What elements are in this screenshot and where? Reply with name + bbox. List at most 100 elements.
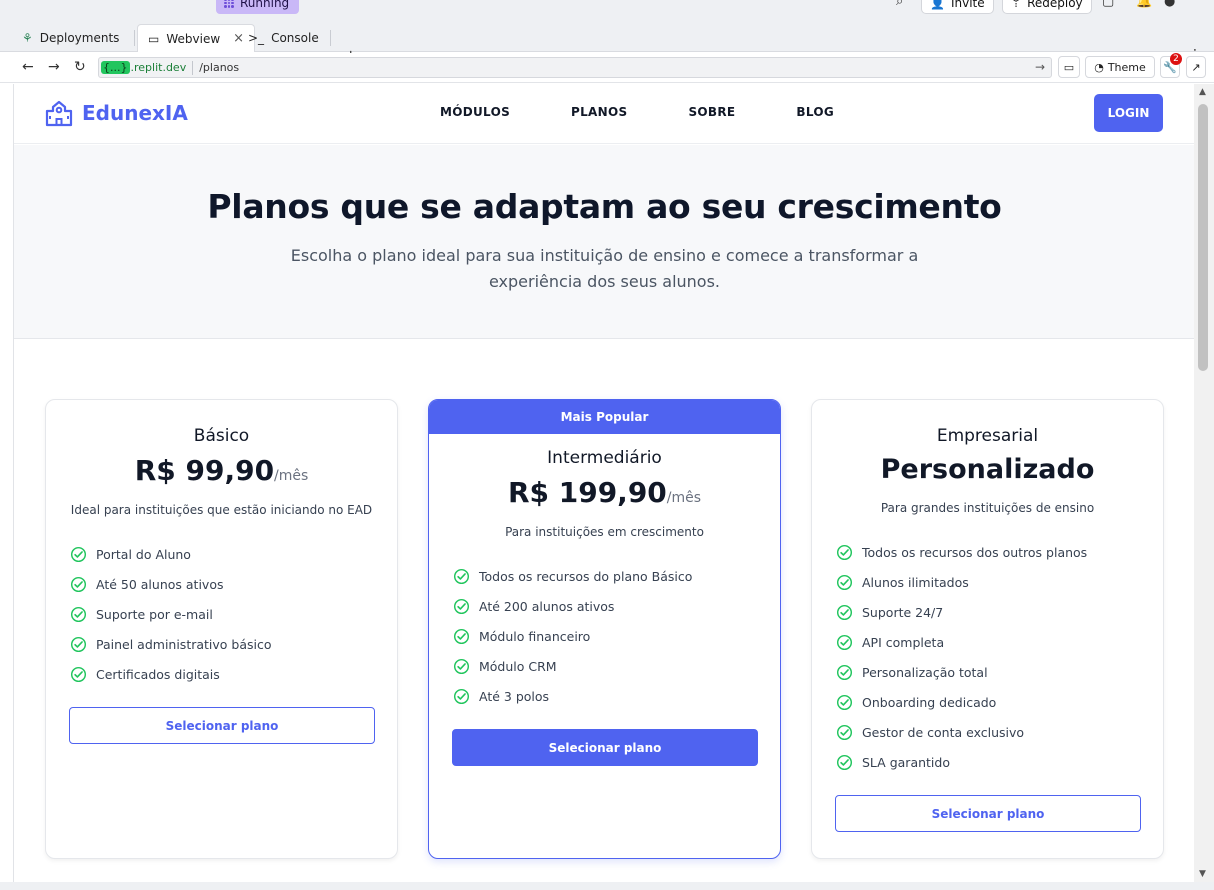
ide-top-bar: Running ⌕ 👤 Invite ⇡ Redeploy ▢ 🔔 ● (0, 0, 1214, 20)
tab-label: Deployments (39, 31, 120, 45)
run-status[interactable]: Running (216, 0, 300, 14)
search-icon[interactable]: ⌕ (896, 0, 903, 9)
url-redacted-pill: {...} (101, 61, 130, 74)
deployments-icon: ⚘ (22, 31, 33, 45)
select-plan-button[interactable]: Selecionar plano (452, 729, 758, 766)
theme-button[interactable]: ◔ Theme (1085, 56, 1155, 78)
user-plus-icon: 👤 (930, 0, 945, 10)
feature-item: Até 200 alunos ativos (453, 591, 780, 621)
tab-deployments[interactable]: ⚘ Deployments (12, 24, 129, 52)
url-divider (192, 60, 194, 75)
scroll-up-icon[interactable]: ▲ (1199, 87, 1206, 97)
run-status-label: Running (240, 0, 290, 10)
price-amount: R$ 99,90 (134, 454, 275, 487)
scroll-down-icon[interactable]: ▼ (1199, 869, 1206, 879)
feature-item: Módulo financeiro (453, 621, 780, 651)
page-scrollbar[interactable]: ▲ ▼ (1194, 84, 1214, 882)
feature-text: Personalização total (862, 664, 988, 680)
deploy-menu-icon[interactable]: ▢ (1102, 0, 1114, 9)
nav-modulos[interactable]: MÓDULOS (440, 105, 510, 119)
price-period: /mês (666, 490, 702, 506)
feature-text: Módulo financeiro (479, 628, 591, 644)
popular-badge: Mais Popular (429, 400, 780, 434)
check-circle-icon (453, 628, 470, 644)
url-path: /planos (199, 61, 240, 74)
plan-card-empresarial: Empresarial Personalizado Para grandes i… (811, 399, 1164, 859)
tab-label: Webview (166, 31, 221, 46)
feature-text: API completa (862, 634, 945, 650)
school-icon (45, 100, 73, 127)
devtools-button[interactable]: ▭ (1058, 56, 1080, 78)
feature-item: Alunos ilimitados (836, 567, 1163, 597)
feature-text: Certificados digitais (96, 666, 220, 682)
redeploy-icon: ⇡ (1011, 0, 1022, 10)
check-circle-icon (836, 724, 853, 740)
select-plan-button[interactable]: Selecionar plano (69, 707, 375, 744)
feature-text: Onboarding dedicado (862, 694, 997, 710)
plan-card-intermediario: Mais Popular Intermediário R$ 199,90/mês… (428, 399, 781, 859)
back-icon[interactable]: ← (22, 59, 34, 75)
nav-sobre[interactable]: SOBRE (688, 105, 735, 119)
check-circle-icon (836, 754, 853, 770)
feature-text: Alunos ilimitados (862, 574, 969, 590)
feature-item: Até 3 polos (453, 681, 780, 711)
reload-icon[interactable]: ↻ (74, 59, 86, 75)
invite-button[interactable]: 👤 Invite (921, 0, 994, 14)
plan-price: Personalizado (812, 454, 1163, 485)
check-circle-icon (453, 658, 470, 674)
forward-icon[interactable]: → (48, 59, 60, 75)
bell-icon[interactable]: 🔔 (1136, 0, 1152, 9)
page-subtitle: Escolha o plano ideal para sua instituiç… (290, 246, 919, 291)
price-period: /mês (274, 468, 309, 484)
plan-name: Empresarial (936, 426, 1039, 446)
webview-viewport: EdunexIA MÓDULOS PLANOS SOBRE BLOG LOGIN… (13, 84, 1194, 882)
check-circle-icon (453, 598, 470, 614)
check-circle-icon (70, 576, 87, 592)
plan-card-basico: Básico R$ 99,90/mês Ideal para instituiç… (45, 399, 398, 859)
url-host-text: .replit.dev (130, 61, 187, 74)
redeploy-label: Redeploy (1027, 0, 1083, 10)
feature-item: Certificados digitais (70, 659, 397, 689)
brand-logo[interactable]: EdunexIA (44, 98, 188, 128)
run-status-icon (224, 0, 234, 8)
feature-item: Todos os recursos dos outros planos (836, 537, 1163, 567)
plan-name: Intermediário (547, 448, 662, 468)
nav-planos[interactable]: PLANOS (571, 105, 627, 119)
feature-text: Todos os recursos dos outros planos (862, 544, 1088, 560)
notification-badge: 2 (1170, 53, 1182, 65)
redeploy-button[interactable]: ⇡ Redeploy (1002, 0, 1092, 14)
plan-description: Para grandes instituições de ensino (880, 501, 1095, 515)
avatar[interactable]: ● (1164, 0, 1175, 9)
url-host: {...} .replit.dev (99, 61, 186, 74)
feature-text: Suporte 24/7 (862, 604, 944, 620)
palette-icon: ◔ (1094, 60, 1104, 74)
check-circle-icon (836, 604, 853, 620)
screen-icon: ▭ (1063, 60, 1075, 74)
feature-item: Suporte 24/7 (836, 597, 1163, 627)
bottom-strip (0, 882, 1214, 890)
feature-list: Todos os recursos do plano Básico Até 20… (453, 561, 780, 711)
check-circle-icon (70, 606, 87, 622)
check-circle-icon (836, 544, 853, 560)
tab-divider (330, 30, 331, 46)
feature-text: SLA garantido (862, 754, 950, 770)
tab-console[interactable]: >_ Console (238, 24, 329, 52)
plan-name: Básico (193, 426, 250, 446)
feature-text: Até 3 polos (479, 688, 550, 704)
check-circle-icon (453, 688, 470, 704)
login-button[interactable]: LOGIN (1094, 94, 1163, 132)
check-circle-icon (70, 636, 87, 652)
url-field[interactable]: {...} .replit.dev /planos → (98, 57, 1052, 78)
tab-label: Console (271, 31, 319, 45)
feature-text: Módulo CRM (479, 658, 557, 674)
nav-blog[interactable]: BLOG (796, 105, 834, 119)
tools-button[interactable]: 🔧 2 (1160, 53, 1182, 78)
url-row: ← → ↻ {...} .replit.dev /planos → ▭ ◔ Th… (0, 53, 1214, 83)
select-plan-button[interactable]: Selecionar plano (835, 795, 1141, 832)
feature-item: Portal do Aluno (70, 539, 397, 569)
feature-item: Personalização total (836, 657, 1163, 687)
url-go-icon[interactable]: → (1035, 60, 1045, 74)
check-circle-icon (836, 574, 853, 590)
open-new-window-button[interactable]: ↗ (1186, 56, 1206, 78)
scrollbar-thumb[interactable] (1198, 104, 1208, 371)
